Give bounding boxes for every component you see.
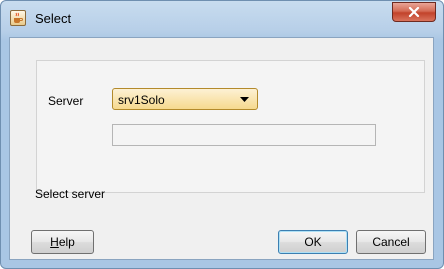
- server-select-value: srv1Solo: [118, 93, 165, 107]
- ok-button[interactable]: OK: [278, 230, 348, 254]
- server-select[interactable]: srv1Solo: [112, 88, 258, 110]
- dialog-content: Server srv1Solo Select server Help OK Ca…: [9, 37, 434, 260]
- help-mnemonic: H: [50, 235, 59, 249]
- java-cup-icon: [10, 10, 26, 26]
- status-text: Select server: [35, 187, 106, 201]
- server-label: Server: [48, 94, 84, 108]
- title-bar[interactable]: Select: [1, 1, 443, 37]
- cancel-button[interactable]: Cancel: [356, 230, 426, 254]
- dialog-window: Select Server srv1Solo Select server Hel…: [0, 0, 444, 269]
- help-button[interactable]: Help: [31, 230, 94, 254]
- close-button[interactable]: [392, 2, 436, 22]
- help-label: elp: [58, 235, 75, 249]
- close-icon: [408, 7, 420, 17]
- chevron-down-icon: [240, 97, 249, 102]
- window-title: Select: [35, 11, 72, 26]
- server-detail-field[interactable]: [112, 124, 376, 146]
